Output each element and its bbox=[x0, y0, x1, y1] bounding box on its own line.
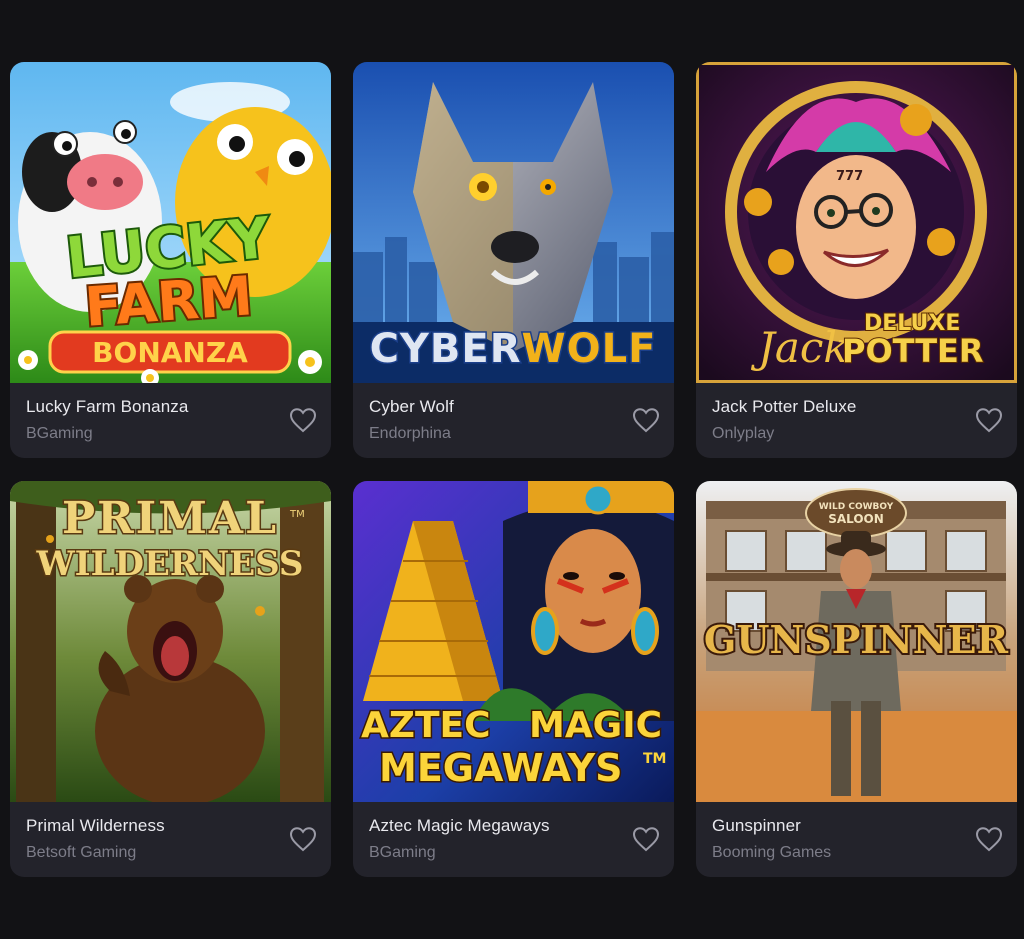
art-title-line1: PRIMAL bbox=[62, 493, 278, 544]
game-provider: BGaming bbox=[26, 425, 93, 442]
game-title[interactable]: Jack Potter Deluxe bbox=[712, 397, 856, 417]
game-info: Aztec Magic Megaways BGaming bbox=[353, 802, 674, 877]
art-sign-line1: WILD COWBOY bbox=[819, 502, 894, 512]
art-title-line2: WOLF bbox=[522, 326, 657, 372]
art-title-line2: MAGIC bbox=[529, 705, 662, 746]
game-card[interactable]: WILD COWBOY SALOON GUNSPINNER Gunspinner… bbox=[696, 481, 1017, 877]
game-info: Cyber Wolf Endorphina bbox=[353, 383, 674, 458]
art-title-line3: POTTER bbox=[842, 332, 984, 370]
art-title-line3: BONANZA bbox=[92, 336, 248, 369]
game-info: Jack Potter Deluxe Onlyplay bbox=[696, 383, 1017, 458]
favorite-button[interactable] bbox=[289, 826, 317, 852]
game-thumbnail[interactable]: 777 Jack DELUXE POTTER bbox=[696, 62, 1017, 383]
heart-outline-icon bbox=[975, 408, 1003, 433]
game-info: Lucky Farm Bonanza BGaming bbox=[10, 383, 331, 458]
game-provider: Booming Games bbox=[712, 844, 832, 861]
game-info: Primal Wilderness Betsoft Gaming bbox=[10, 802, 331, 877]
game-card[interactable]: CYBERWOLF Cyber Wolf Endorphina bbox=[353, 62, 674, 458]
art-trademark: TM bbox=[289, 509, 305, 520]
game-title[interactable]: Cyber Wolf bbox=[369, 397, 454, 417]
game-title[interactable]: Primal Wilderness bbox=[26, 816, 165, 836]
art-title-line3: MEGAWAYS bbox=[379, 746, 623, 790]
games-grid: LUCKY FARM BONANZA Lucky Farm Bonanza BG… bbox=[10, 62, 1017, 877]
art-trademark: TM bbox=[643, 751, 666, 767]
game-artwork: 777 Jack DELUXE POTTER bbox=[696, 62, 1017, 383]
game-artwork: WILD COWBOY SALOON GUNSPINNER bbox=[696, 481, 1017, 802]
art-title-line1: CYBER bbox=[370, 326, 522, 372]
favorite-button[interactable] bbox=[632, 407, 660, 433]
svg-text:CYBERWOLF: CYBERWOLF bbox=[370, 326, 657, 372]
game-card[interactable]: AZTEC MAGIC MEGAWAYS TM Aztec Magic Mega… bbox=[353, 481, 674, 877]
game-title[interactable]: Gunspinner bbox=[712, 816, 801, 836]
heart-outline-icon bbox=[289, 827, 317, 852]
heart-outline-icon bbox=[975, 827, 1003, 852]
game-artwork: AZTEC MAGIC MEGAWAYS TM bbox=[353, 481, 674, 802]
game-provider: Endorphina bbox=[369, 425, 451, 442]
game-card[interactable]: LUCKY FARM BONANZA Lucky Farm Bonanza BG… bbox=[10, 62, 331, 458]
favorite-button[interactable] bbox=[975, 407, 1003, 433]
art-title-line1: GUNSPINNER bbox=[704, 617, 1009, 662]
game-card[interactable]: 777 Jack DELUXE POTTER Jack Potter Delux… bbox=[696, 62, 1017, 458]
game-title[interactable]: Lucky Farm Bonanza bbox=[26, 397, 188, 417]
heart-outline-icon bbox=[632, 408, 660, 433]
art-title-line2: WILDERNESS bbox=[35, 544, 303, 584]
game-card[interactable]: PRIMAL WILDERNESS TM Primal Wilderness B… bbox=[10, 481, 331, 877]
heart-outline-icon bbox=[632, 827, 660, 852]
game-artwork: PRIMAL WILDERNESS TM bbox=[10, 481, 331, 802]
game-title[interactable]: Aztec Magic Megaways bbox=[369, 816, 550, 836]
game-provider: BGaming bbox=[369, 844, 436, 861]
art-badge: 777 bbox=[836, 169, 863, 184]
game-thumbnail[interactable]: WILD COWBOY SALOON GUNSPINNER bbox=[696, 481, 1017, 802]
favorite-button[interactable] bbox=[632, 826, 660, 852]
favorite-button[interactable] bbox=[975, 826, 1003, 852]
game-thumbnail[interactable]: PRIMAL WILDERNESS TM bbox=[10, 481, 331, 802]
game-provider: Betsoft Gaming bbox=[26, 844, 137, 861]
game-artwork: CYBERWOLF bbox=[353, 62, 674, 383]
game-thumbnail[interactable]: AZTEC MAGIC MEGAWAYS TM bbox=[353, 481, 674, 802]
game-info: Gunspinner Booming Games bbox=[696, 802, 1017, 877]
art-title-line1: AZTEC bbox=[361, 705, 491, 746]
heart-outline-icon bbox=[289, 408, 317, 433]
game-artwork: LUCKY FARM BONANZA bbox=[10, 62, 331, 383]
game-provider: Onlyplay bbox=[712, 425, 775, 442]
favorite-button[interactable] bbox=[289, 407, 317, 433]
art-sign-line2: SALOON bbox=[828, 512, 884, 526]
game-thumbnail[interactable]: LUCKY FARM BONANZA bbox=[10, 62, 331, 383]
game-thumbnail[interactable]: CYBERWOLF bbox=[353, 62, 674, 383]
art-title-line2: FARM bbox=[83, 264, 255, 339]
art-title-line1: Jack bbox=[750, 323, 849, 372]
